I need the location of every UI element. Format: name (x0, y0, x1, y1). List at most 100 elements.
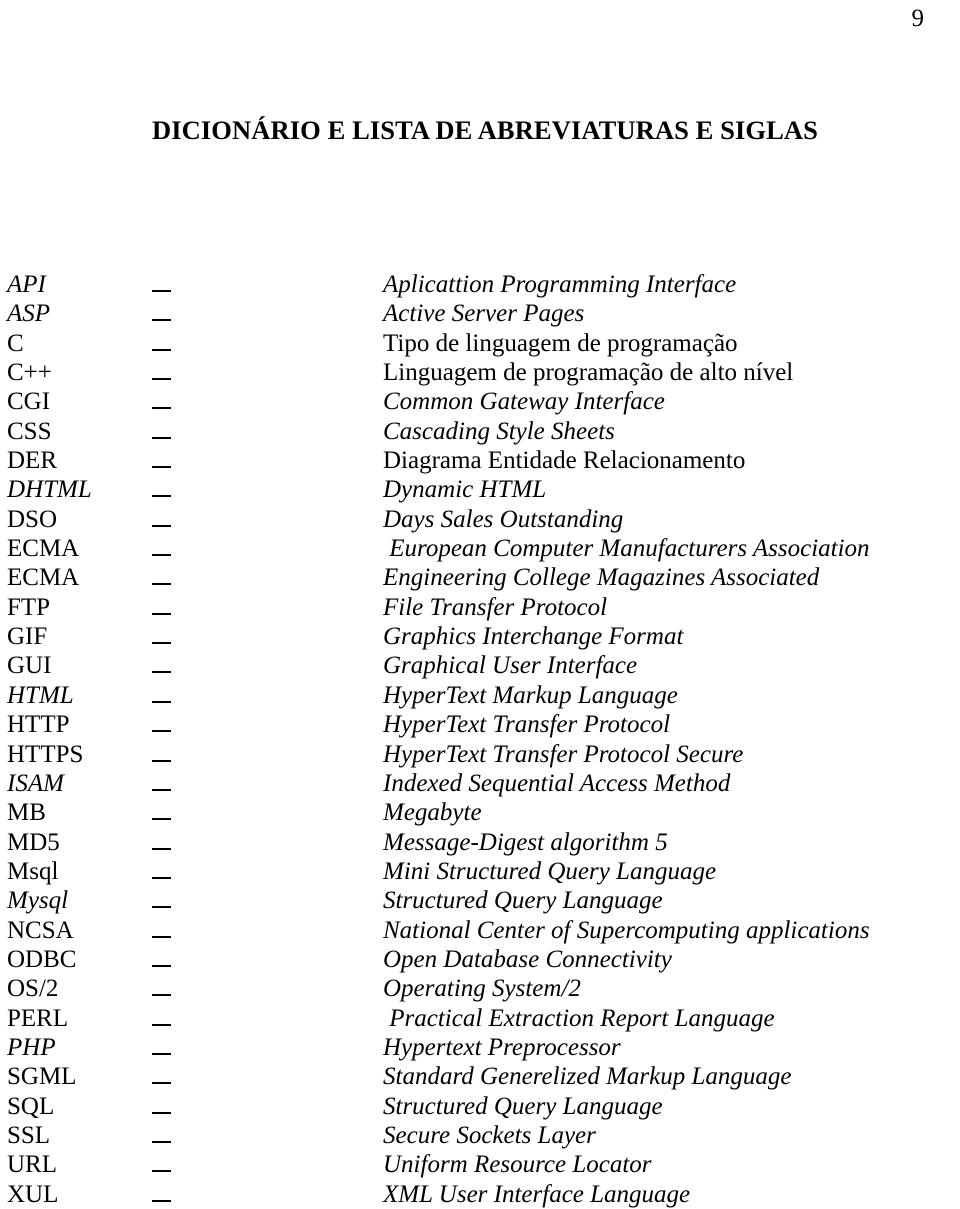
abbreviation-definition: National Center of Supercomputing applic… (383, 916, 870, 944)
abbreviation-term: SSL (7, 1121, 51, 1149)
abbreviation-term: GUI (7, 652, 52, 680)
abbreviation-term: NCSA (7, 916, 74, 944)
entry-separator-dash (152, 358, 174, 381)
glossary-row: MB Megabyte (0, 798, 960, 827)
glossary-row: Mysql Structured Query Language (0, 886, 960, 915)
abbreviation-definition: Practical Extraction Report Language (383, 1004, 775, 1032)
entry-separator-dash (152, 1033, 174, 1055)
page-number: 9 (911, 5, 925, 32)
dash-icon (152, 319, 171, 322)
abbreviation-definition: Message-Digest algorithm 5 (383, 828, 668, 856)
entry-separator-dash (152, 593, 174, 615)
glossary-row: DER Diagrama Entidade Relacionamento (0, 446, 960, 475)
entry-separator-dash (152, 270, 174, 292)
abbreviation-term: CGI (7, 388, 51, 416)
entry-separator-dash (152, 1092, 174, 1114)
entry-separator-dash (152, 1121, 174, 1143)
entry-separator-dash (152, 828, 174, 850)
dash-icon (152, 524, 171, 527)
glossary-row: SQL Structured Query Language (0, 1092, 960, 1121)
entry-separator-dash (152, 916, 174, 938)
dash-icon (152, 378, 171, 381)
abbreviation-definition: Megabyte (383, 799, 482, 827)
abbreviation-term: ECMA (7, 535, 80, 563)
dash-icon (152, 407, 171, 410)
abbreviation-term: MD5 (7, 828, 60, 856)
dash-icon (152, 1199, 171, 1202)
glossary-row: GUI Graphical User Interface (0, 651, 960, 680)
abbreviation-definition: Mini Structured Query Language (383, 857, 717, 885)
abbreviation-term: API (7, 271, 46, 298)
abbreviation-term: C++ (7, 359, 52, 387)
glossary-row: SSL Secure Sockets Layer (0, 1121, 960, 1150)
dash-icon (152, 1170, 171, 1173)
glossary-row: PERL Practical Extraction Report Languag… (0, 1004, 960, 1033)
abbreviation-definition: XML User Interface Language (383, 1180, 691, 1208)
entry-separator-dash (152, 1062, 174, 1085)
dash-icon (152, 466, 171, 469)
abbreviation-definition: Active Server Pages (383, 300, 585, 328)
glossary-row: OS/2 Operating System/2 (0, 974, 960, 1003)
entry-separator-dash (152, 740, 174, 762)
entry-separator-dash (152, 710, 174, 733)
glossary-row: DHTML Dynamic HTML (0, 475, 960, 504)
abbreviation-definition: Indexed Sequential Access Method (383, 769, 731, 797)
entry-separator-dash (152, 1004, 174, 1026)
entry-separator-dash (152, 1180, 174, 1202)
glossary-row: NCSA National Center of Supercomputing ap… (0, 916, 960, 945)
abbreviation-definition: Linguagem de programação de alto nível (383, 359, 794, 387)
abbreviation-term: HTTPS (7, 740, 84, 768)
abbreviation-term: MB (7, 799, 46, 827)
glossary-row: C Tipo de linguagem de programação (0, 329, 960, 358)
glossary-row: GIF Graphics Interchange Format (0, 622, 960, 651)
dash-icon (152, 1023, 171, 1026)
glossary-row: HTTP HyperText Transfer Protocol (0, 710, 960, 739)
entry-separator-dash (152, 769, 174, 791)
dash-icon (152, 671, 171, 674)
glossary-row: MD5 Message-Digest algorithm 5 (0, 828, 960, 857)
abbreviation-definition: Days Sales Outstanding (383, 505, 624, 533)
entry-separator-dash (152, 534, 174, 557)
glossary-row: FTP File Transfer Protocol (0, 593, 960, 622)
entry-separator-dash (152, 387, 174, 410)
abbreviation-definition: Standard Generelized Markup Language (383, 1063, 792, 1091)
entry-separator-dash (152, 475, 174, 498)
abbreviation-definition: Uniform Resource Locator (383, 1151, 652, 1179)
dash-icon (152, 759, 171, 762)
abbreviation-term: XUL (7, 1180, 59, 1208)
abbreviation-term: C (7, 329, 24, 357)
abbreviation-definition: European Computer Manufacturers Associat… (383, 535, 870, 563)
entry-separator-dash (152, 974, 174, 997)
abbreviation-term: DER (7, 447, 57, 475)
dash-icon (152, 964, 171, 967)
dash-icon (152, 994, 171, 997)
abbreviation-term: PHP (7, 1033, 56, 1061)
glossary-row: DSO Days Sales Outstanding (0, 505, 960, 534)
entry-separator-dash (152, 681, 174, 703)
abbreviation-term: FTP (7, 593, 51, 621)
page-title: DICIONÁRIO E LISTA DE ABREVIATURAS E SIG… (152, 114, 818, 145)
abbreviation-term: OS/2 (7, 975, 59, 1003)
abbreviation-definition: Operating System/2 (383, 975, 581, 1003)
entry-separator-dash (152, 417, 174, 439)
glossary-row: ECMA Engineering College Magazines Associ… (0, 563, 960, 592)
dash-icon (152, 935, 171, 938)
dash-icon (152, 1082, 171, 1085)
abbreviation-definition: Diagrama Entidade Relacionamento (383, 447, 746, 475)
entry-separator-dash (152, 1150, 174, 1173)
glossary-row: URL Uniform Resource Locator (0, 1150, 960, 1179)
abbreviation-definition: Structured Query Language (383, 887, 663, 915)
abbreviation-term: HTTP (7, 711, 70, 739)
dash-icon (152, 876, 171, 879)
glossary-row: PHP Hypertext Preprocessor (0, 1033, 960, 1062)
abbreviation-term: DSO (7, 505, 58, 533)
entry-separator-dash (152, 505, 174, 527)
abbreviation-term-text: HTML (25, 476, 92, 504)
entry-separator-dash (152, 798, 174, 821)
glossary-row: XUL XML User Interface Language (0, 1180, 960, 1209)
abbreviation-term: HTML (7, 681, 74, 709)
dash-icon (152, 642, 171, 645)
dash-icon (152, 1140, 171, 1143)
dash-icon (152, 730, 171, 733)
abbreviation-definition: Common Gateway Interface (383, 388, 665, 416)
